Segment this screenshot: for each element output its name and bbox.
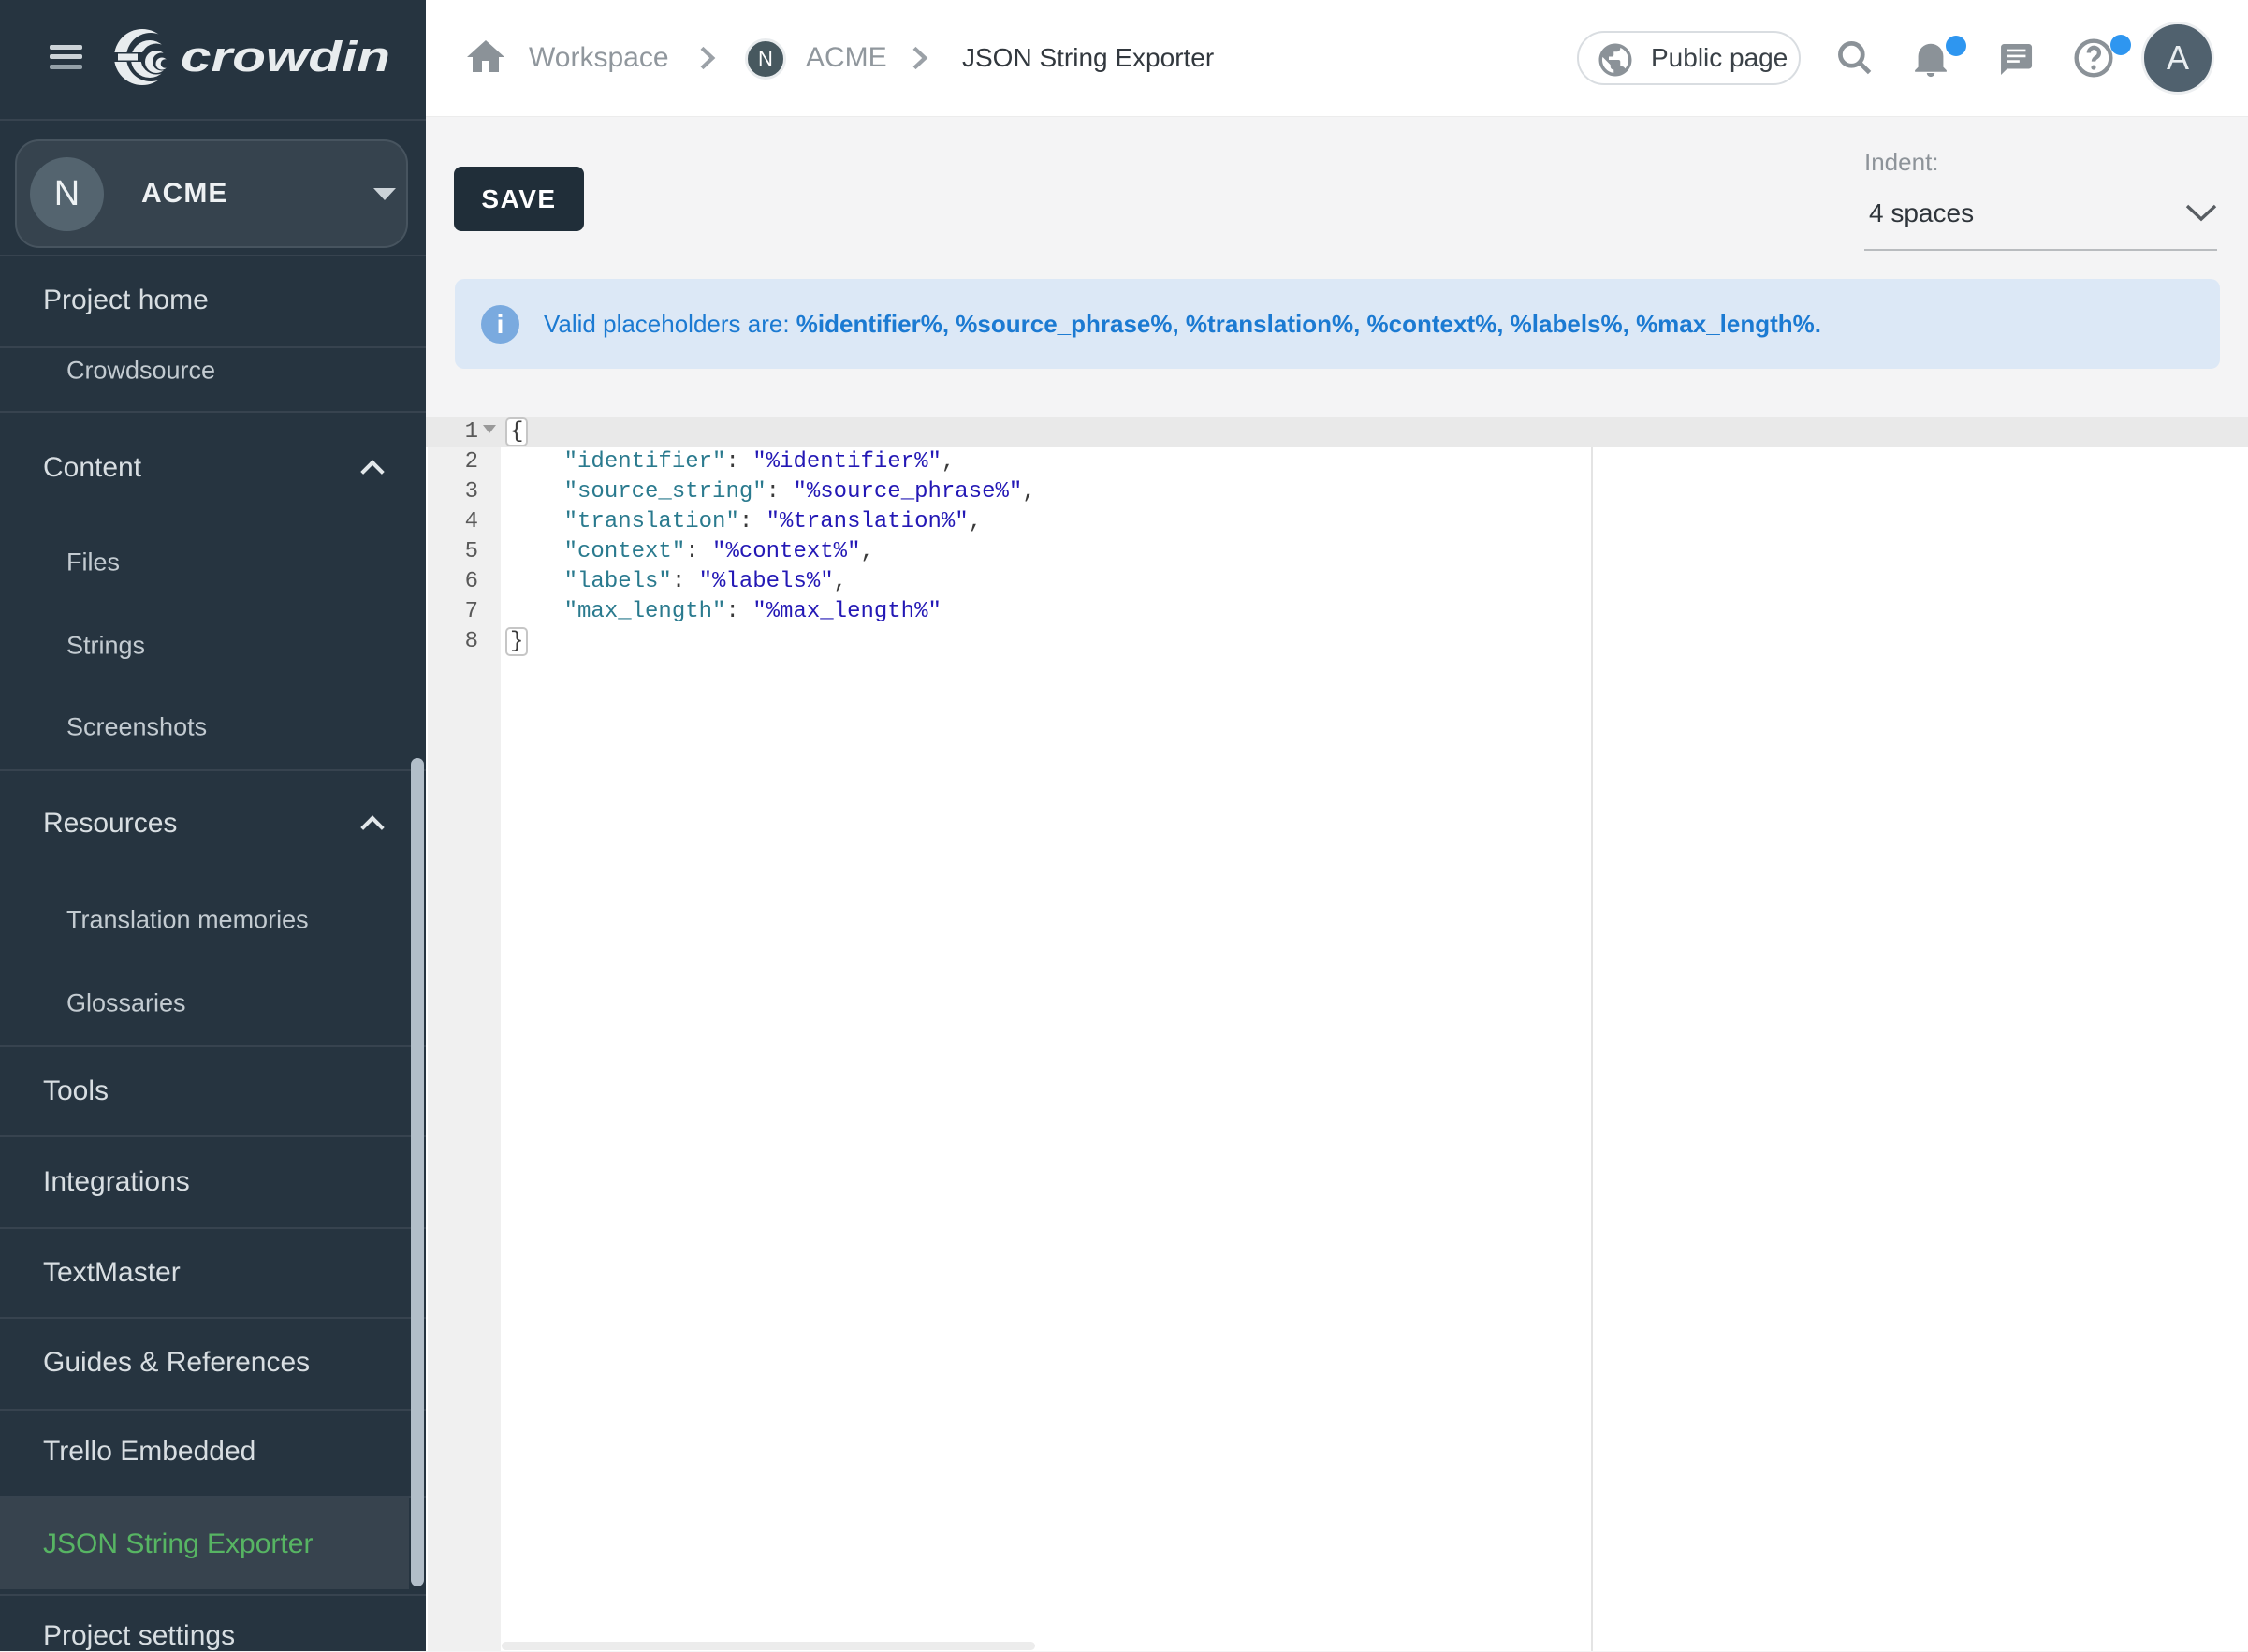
svg-text:crowdin: crowdin [181, 33, 390, 80]
